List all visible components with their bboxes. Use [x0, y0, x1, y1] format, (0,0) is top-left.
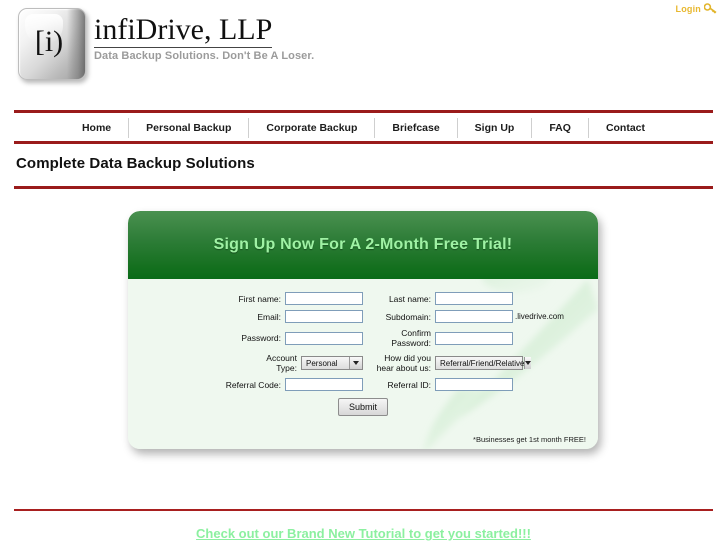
referral-code-input[interactable] — [285, 378, 363, 391]
keycap-glyph: [i) — [34, 25, 64, 58]
nav-item-sign-up[interactable]: Sign Up — [458, 118, 532, 138]
first-name-input[interactable] — [285, 292, 363, 305]
nav-item-home[interactable]: Home — [65, 118, 128, 138]
referral-id-label: Referral ID: — [387, 379, 431, 390]
nav-item-briefcase[interactable]: Briefcase — [375, 118, 456, 138]
nav-item-faq[interactable]: FAQ — [532, 118, 588, 138]
signup-card-title: Sign Up Now For A 2-Month Free Trial! — [213, 236, 513, 253]
main-nav: Home Personal Backup Corporate Backup Br… — [0, 114, 727, 141]
hear-about-us-select[interactable]: Referral/Friend/Relative — [435, 356, 532, 370]
subdomain-suffix: .livedrive.com — [515, 312, 564, 321]
hear-about-us-value: Referral/Friend/Relative — [440, 358, 525, 368]
signup-form: First name: Last name: Email: Subdomain: — [128, 279, 598, 416]
signup-fineprint: *Businesses get 1st month FREE! — [473, 435, 586, 444]
submit-button[interactable]: Submit — [337, 398, 388, 416]
email-label: Email: — [257, 311, 281, 322]
account-type-value: Personal — [306, 358, 338, 368]
form-row-email-subdomain: Email: Subdomain: .livedrive.com — [128, 310, 598, 323]
form-row-referral: Referral Code: Referral ID: — [128, 378, 598, 391]
page-root: Login [i) infiDrive, LLP Data Backup Sol… — [0, 0, 727, 545]
last-name-input[interactable] — [435, 292, 513, 305]
keycap-icon: [i) — [18, 8, 86, 80]
nav-item-corporate-backup[interactable]: Corporate Backup — [249, 118, 374, 138]
account-type-label: Account Type: — [266, 353, 297, 373]
page-title: Complete Data Backup Solutions — [16, 155, 255, 172]
form-row-selects: Account Type: Personal How did you hear … — [128, 353, 598, 373]
form-row-submit: Submit — [128, 398, 598, 416]
first-name-label: First name: — [238, 293, 281, 304]
nav-items: Home Personal Backup Corporate Backup Br… — [65, 117, 662, 138]
divider-above-nav — [14, 110, 713, 113]
referral-id-input[interactable] — [435, 378, 513, 391]
email-input[interactable] — [285, 310, 363, 323]
password-label: Password: — [241, 333, 281, 343]
tutorial-link[interactable]: Check out our Brand New Tutorial to get … — [196, 526, 531, 541]
divider-above-footer — [14, 509, 713, 511]
password-input[interactable] — [285, 331, 363, 345]
account-type-select[interactable]: Personal — [301, 356, 363, 370]
brand-name: infiDrive, LLP — [94, 13, 273, 48]
hear-about-us-label: How did you hear about us: — [376, 353, 431, 373]
key-icon — [704, 3, 717, 14]
referral-code-label: Referral Code: — [225, 379, 281, 390]
brand-block: infiDrive, LLP Data Backup Solutions. Do… — [94, 14, 314, 62]
signup-card: Sign Up Now For A 2-Month Free Trial! Fi… — [128, 211, 598, 449]
last-name-label: Last name: — [388, 293, 431, 304]
divider-below-title — [14, 186, 713, 189]
nav-item-contact[interactable]: Contact — [589, 118, 662, 138]
signup-card-header: Sign Up Now For A 2-Month Free Trial! — [128, 211, 598, 279]
chevron-down-icon[interactable] — [524, 357, 532, 369]
subdomain-label: Subdomain: — [385, 311, 431, 322]
login-label: Login — [675, 3, 701, 14]
footer: Check out our Brand New Tutorial to get … — [0, 526, 727, 541]
form-row-names: First name: Last name: — [128, 292, 598, 305]
nav-item-personal-backup[interactable]: Personal Backup — [129, 118, 248, 138]
confirm-password-input[interactable] — [435, 331, 513, 345]
divider-below-nav — [14, 141, 713, 144]
signup-card-body: First name: Last name: Email: Subdomain: — [128, 279, 598, 449]
form-row-passwords: Password: Confirm Password: — [128, 328, 598, 348]
login-link[interactable]: Login — [676, 3, 718, 14]
site-logo[interactable]: [i) infiDrive, LLP Data Backup Solutions… — [18, 8, 314, 80]
confirm-password-label: Confirm Password: — [391, 328, 431, 348]
subdomain-input[interactable] — [435, 310, 513, 323]
chevron-down-icon[interactable] — [349, 357, 362, 369]
brand-tagline: Data Backup Solutions. Don't Be A Loser. — [94, 49, 315, 62]
